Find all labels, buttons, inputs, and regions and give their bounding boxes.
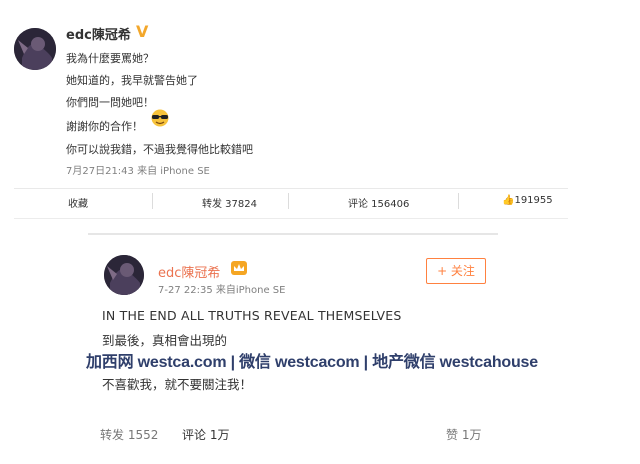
avatar[interactable] — [14, 28, 56, 70]
repost-button[interactable]: 转发 1552 — [100, 426, 158, 443]
action-bar: 收藏 转发 37824 评论 156406 👍191955 — [14, 188, 568, 213]
like-count: 191955 — [514, 195, 553, 206]
divider — [288, 193, 289, 209]
avatar[interactable] — [104, 255, 144, 295]
comment-button[interactable]: 评论 1万 — [182, 426, 229, 443]
post-text-line: 她知道的，我早就警告她了 — [66, 74, 198, 87]
divider — [152, 193, 153, 209]
like-button[interactable]: 👍191955 — [502, 195, 553, 206]
divider — [14, 218, 568, 219]
username[interactable]: edc陳冠希 — [158, 262, 220, 281]
post-text-line: 我為什麼要罵她？ — [66, 52, 154, 65]
post-text-line: 不喜歡我，就不要關注我！ — [102, 377, 253, 392]
post-text-line: IN THE END ALL TRUTHS REVEAL THEMSELVES — [102, 308, 402, 323]
post-timestamp[interactable]: 7-27 22:35 来自iPhone SE — [158, 281, 285, 296]
save-button[interactable]: 收藏 — [68, 195, 88, 210]
post-text-line: 到最後，真相會出現的 — [102, 333, 228, 348]
username[interactable]: edc陳冠希 — [66, 24, 131, 43]
member-crown-icon — [231, 261, 247, 275]
repost-button[interactable]: 转发 37824 — [202, 195, 257, 210]
post-text-line: 謝謝你的合作！ — [66, 120, 143, 133]
follow-button[interactable]: + 关注 — [426, 258, 486, 284]
verified-icon: V — [136, 22, 149, 41]
post-text-line: 你可以說我錯，不過我覺得他比較錯吧 — [66, 143, 253, 156]
divider — [458, 193, 459, 209]
watermark: 加西网 westca.com | 微信 westcacom | 地产微信 wes… — [86, 354, 538, 371]
sunglasses-emoji-icon — [151, 109, 169, 127]
weibo-post-1: edc陳冠希 V 我為什麼要罵她？ 她知道的，我早就警告她了 你們問一問她吧！ … — [0, 0, 640, 218]
post-text-line: 你們問一問她吧！ — [66, 96, 154, 109]
comment-button[interactable]: 评论 156406 — [348, 195, 409, 210]
thumbs-up-icon: 👍 — [502, 195, 515, 206]
post-timestamp[interactable]: 7月27日21:43 来自 iPhone SE — [66, 162, 210, 177]
like-button[interactable]: 赞 1万 — [446, 426, 481, 443]
